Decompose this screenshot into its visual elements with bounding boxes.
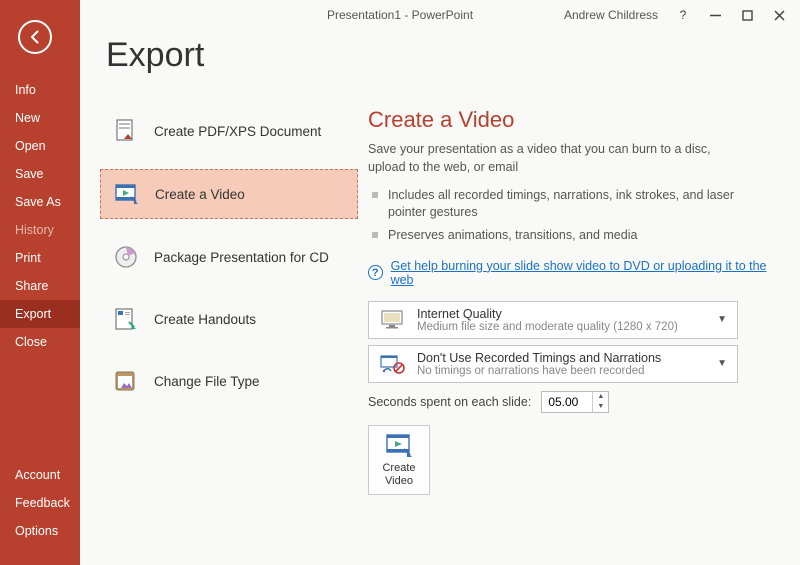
sidebar-item-share[interactable]: Share — [0, 272, 80, 300]
file-type-icon — [112, 367, 140, 395]
sidebar-nav-bottom: Account Feedback Options — [0, 461, 80, 545]
minimize-icon — [710, 10, 721, 21]
monitor-icon — [379, 308, 407, 332]
option-label: Create Handouts — [154, 312, 256, 327]
option-package-cd[interactable]: Package Presentation for CD — [100, 233, 358, 281]
quality-title: Internet Quality — [417, 307, 717, 321]
export-options: Create PDF/XPS Document Create a Video P… — [100, 107, 358, 565]
arrow-left-icon — [27, 29, 43, 45]
close-icon — [774, 10, 785, 21]
create-video-label: Create Video — [369, 462, 429, 487]
sidebar-item-print[interactable]: Print — [0, 244, 80, 272]
create-video-button[interactable]: Create Video — [368, 425, 430, 495]
sidebar-nav: Info New Open Save Save As History Print… — [0, 76, 80, 356]
sidebar-item-save[interactable]: Save — [0, 160, 80, 188]
seconds-spinbox[interactable]: ▲ ▼ — [541, 391, 609, 413]
detail-title: Create a Video — [368, 107, 780, 133]
video-icon — [113, 180, 141, 208]
seconds-input[interactable] — [542, 392, 592, 412]
detail-pane: Create a Video Save your presentation as… — [358, 107, 780, 565]
bullet-item: Preserves animations, transitions, and m… — [368, 224, 738, 247]
close-button[interactable] — [772, 8, 786, 22]
maximize-button[interactable] — [740, 8, 754, 22]
titlebar: Presentation1 - PowerPoint Andrew Childr… — [80, 0, 800, 30]
create-video-icon — [384, 432, 414, 458]
sidebar-item-account[interactable]: Account — [0, 461, 80, 489]
option-label: Change File Type — [154, 374, 260, 389]
maximize-icon — [742, 10, 753, 21]
sidebar-item-options[interactable]: Options — [0, 517, 80, 545]
sidebar-item-info[interactable]: Info — [0, 76, 80, 104]
quality-dropdown[interactable]: Internet Quality Medium file size and mo… — [368, 301, 738, 339]
spin-up-icon[interactable]: ▲ — [593, 392, 608, 402]
handouts-icon — [112, 305, 140, 333]
sidebar-item-new[interactable]: New — [0, 104, 80, 132]
user-name[interactable]: Andrew Childress — [564, 8, 658, 22]
option-create-handouts[interactable]: Create Handouts — [100, 295, 358, 343]
option-create-video[interactable]: Create a Video — [100, 169, 358, 219]
help-row: ? Get help burning your slide show video… — [368, 259, 780, 287]
seconds-row: Seconds spent on each slide: ▲ ▼ — [368, 391, 780, 413]
page-title: Export — [106, 36, 776, 75]
document-title: Presentation1 - PowerPoint — [327, 8, 473, 22]
option-label: Package Presentation for CD — [154, 250, 329, 265]
spin-down-icon[interactable]: ▼ — [593, 402, 608, 412]
quality-sub: Medium file size and moderate quality (1… — [417, 321, 717, 333]
bullet-item: Includes all recorded timings, narration… — [368, 184, 738, 224]
seconds-label: Seconds spent on each slide: — [368, 395, 531, 409]
timings-dropdown[interactable]: Don't Use Recorded Timings and Narration… — [368, 345, 738, 383]
sidebar-item-save-as[interactable]: Save As — [0, 188, 80, 216]
option-change-file-type[interactable]: Change File Type — [100, 357, 358, 405]
cd-icon — [112, 243, 140, 271]
sidebar-item-feedback[interactable]: Feedback — [0, 489, 80, 517]
option-create-pdf-xps[interactable]: Create PDF/XPS Document — [100, 107, 358, 155]
backstage-sidebar: Info New Open Save Save As History Print… — [0, 0, 80, 565]
chevron-down-icon: ▼ — [717, 314, 727, 325]
option-label: Create a Video — [155, 187, 245, 202]
help-button[interactable]: ? — [676, 8, 690, 22]
minimize-button[interactable] — [708, 8, 722, 22]
feature-bullets: Includes all recorded timings, narration… — [368, 184, 780, 247]
chevron-down-icon: ▼ — [717, 358, 727, 369]
pdf-icon — [112, 117, 140, 145]
sidebar-item-export[interactable]: Export — [0, 300, 80, 328]
main-area: Presentation1 - PowerPoint Andrew Childr… — [80, 0, 800, 565]
option-label: Create PDF/XPS Document — [154, 124, 321, 139]
help-icon: ? — [368, 265, 383, 280]
back-button[interactable] — [18, 20, 52, 54]
sidebar-item-history[interactable]: History — [0, 216, 80, 244]
sidebar-item-close[interactable]: Close — [0, 328, 80, 356]
timings-title: Don't Use Recorded Timings and Narration… — [417, 351, 717, 365]
no-timings-icon — [379, 352, 407, 376]
help-link[interactable]: Get help burning your slide show video t… — [391, 259, 780, 287]
timings-sub: No timings or narrations have been recor… — [417, 365, 717, 377]
sidebar-item-open[interactable]: Open — [0, 132, 80, 160]
detail-subtitle: Save your presentation as a video that y… — [368, 141, 738, 176]
